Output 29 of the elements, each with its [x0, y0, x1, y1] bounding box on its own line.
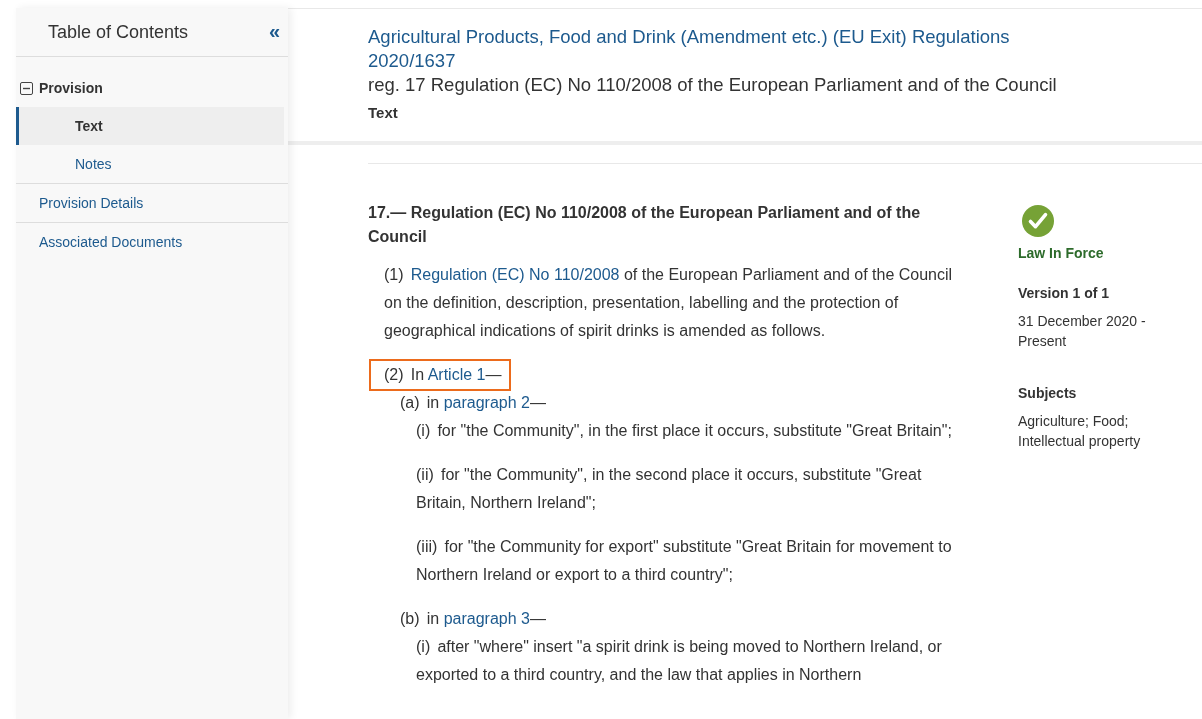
- provision-paragraph: (a) in paragraph 2—: [400, 393, 547, 413]
- sidebar-item[interactable]: Notes: [16, 145, 284, 183]
- sidebar-item[interactable]: Provision: [16, 69, 284, 107]
- provision-paragraph: (i) for "the Community", in the first place it occurs, substitute "Great Britain";: [416, 421, 953, 441]
- collapse-button[interactable]: «: [264, 21, 284, 43]
- status-label: Law In Force: [1018, 244, 1105, 263]
- subjects-text: Agriculture; Food; Intellectual property: [1018, 412, 1142, 451]
- inline-link[interactable]: paragraph 2: [443, 394, 530, 411]
- provision-title: reg. 17 Regulation (EC) No 110/2008 of the European Parliament and of the Council: [368, 73, 1058, 97]
- sidebar-item[interactable]: Text: [16, 107, 284, 145]
- minus-box-icon[interactable]: [20, 81, 33, 95]
- version-dates: 31 December 2020 - Present: [1018, 312, 1147, 351]
- version-label: Version 1 of 1: [1018, 284, 1111, 303]
- provision-paragraph: (1) Regulation (EC) No 110/2008 of the European Parliament and of the Council on the definition, description, presentation, labelling and the protection of geographical indications of spirit drinks is amended as follows.: [384, 265, 954, 341]
- highlighted-paragraph: (2) In Article 1—: [369, 359, 512, 391]
- provision-paragraph: (b) in paragraph 3—: [400, 609, 547, 629]
- section-label: Text: [368, 103, 399, 123]
- provision-heading: 17.— Regulation (EC) No 110/2008 of the European Parliament and of the Council: [368, 203, 922, 247]
- provision-paragraph: (ii) for "the Community", in the second place it occurs, substitute "Great Britain, Northern Ireland";: [416, 465, 923, 513]
- inline-link[interactable]: Article 1: [427, 366, 486, 383]
- provision-paragraph: (i) after "where" insert "a spirit drink is being moved to Northern Ireland, or exported to a third country, and the law that applies in Northern: [416, 637, 943, 685]
- sidebar-item[interactable]: Associated Documents: [16, 223, 284, 261]
- subjects-heading: Subjects: [1018, 384, 1078, 403]
- provision-paragraph: (iii) for "the Community for export" substitute "Great Britain for movement to Northern Ireland or export to a third country";: [416, 537, 953, 585]
- inline-link[interactable]: Regulation (EC) No 110/2008: [410, 266, 620, 283]
- legislation-title-link[interactable]: Agricultural Products, Food and Drink (Amendment etc.) (EU Exit) Regulations 2020/1637: [368, 25, 1068, 73]
- inline-link[interactable]: paragraph 3: [443, 610, 530, 627]
- sidebar-item[interactable]: Provision Details: [16, 184, 284, 222]
- sidebar-title: Table of Contents: [48, 21, 189, 43]
